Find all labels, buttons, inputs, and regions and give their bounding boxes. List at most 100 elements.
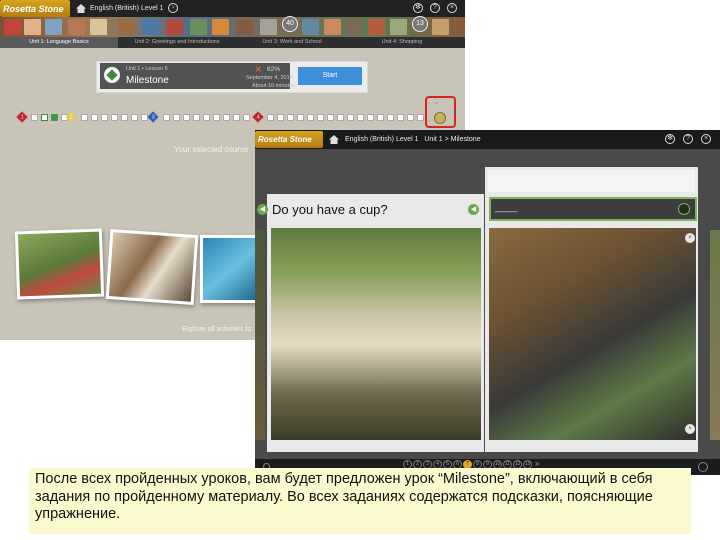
lesson-square[interactable] [91,114,98,121]
lesson-square[interactable] [357,114,364,121]
lesson-thumbnail[interactable] [190,19,207,35]
lesson-thumbnail[interactable] [368,19,385,35]
lesson-square[interactable] [213,114,220,121]
prev-arrow-icon[interactable]: ◀ [257,204,268,215]
lesson-thumbnail[interactable] [212,19,229,35]
help-icon[interactable]: ? [430,3,440,13]
lesson-thumbnail[interactable] [236,19,253,35]
lesson-square[interactable] [203,114,210,121]
lesson-square[interactable] [367,114,374,121]
lesson-progress-row: 1 2 3 4 [15,111,455,124]
next-card-edge [710,230,720,440]
unit-badge[interactable]: 13 [412,16,428,32]
lesson-thumbnail[interactable] [4,19,21,35]
lesson-photo-girl[interactable] [14,228,105,300]
audio-arrow-icon[interactable]: ◀ [468,204,479,215]
unit-badge[interactable]: 40 [282,16,298,32]
lesson-square[interactable] [317,114,324,121]
lesson-square[interactable] [397,114,404,121]
unit-marker-1[interactable]: 1 [16,111,28,123]
lesson-square[interactable] [131,114,138,121]
lesson-thumbnail[interactable] [432,19,449,35]
lesson-thumbnail[interactable] [68,19,85,35]
lesson-square[interactable] [111,114,118,121]
lesson-square-current[interactable] [51,114,58,121]
lesson-thumbnail[interactable] [390,19,407,35]
help-icon[interactable]: ? [683,134,693,144]
dismiss-icon[interactable]: × [685,233,695,243]
caption-text: После всех пройденных уроков, вам будет … [29,468,691,534]
lesson-square[interactable] [297,114,304,121]
breadcrumb: English (British) Level 1 Unit 1 > Miles… [345,136,481,143]
lesson-square[interactable] [327,114,334,121]
rosetta-stone-logo[interactable]: Rosetta Stone [255,131,323,148]
lesson-thumbnail[interactable] [118,19,135,35]
lesson-square[interactable] [163,114,170,121]
lesson-thumbnail[interactable] [302,19,319,35]
answer-input[interactable] [489,197,697,221]
tab-unit-1[interactable]: Unit 1: Language Basics [0,37,118,48]
campers-photo[interactable] [271,228,481,440]
lesson-square[interactable] [243,114,250,121]
home-icon[interactable] [76,4,86,13]
prompt-text: Do you have a cup? [272,202,388,217]
lesson-thumbnail[interactable] [90,19,107,35]
score-x-icon: ✕ [255,65,262,74]
tab-unit-2[interactable]: Unit 2: Greetings and Introductions [118,37,236,48]
course-switch-icon[interactable]: › [168,3,178,13]
selected-course-text: Your selected course [174,145,249,154]
lesson-square[interactable] [337,114,344,121]
home-icon[interactable] [329,135,339,144]
lesson-square[interactable] [121,114,128,121]
lesson-square[interactable] [101,114,108,121]
close-icon[interactable]: × [701,134,711,144]
lesson-duration: About 10 minutes [252,83,295,89]
settings-icon[interactable]: ✻ [413,3,423,13]
lesson-square[interactable] [267,114,274,121]
unit-marker-3[interactable]: 3 [147,111,159,123]
dismiss-icon[interactable]: × [685,424,695,434]
lesson-square[interactable] [407,114,414,121]
microphone-icon[interactable] [678,203,690,215]
lesson-square[interactable] [81,114,88,121]
lesson-square[interactable] [307,114,314,121]
lesson-thumbnail[interactable] [142,19,159,35]
milestone-highlight-box [425,96,456,128]
lesson-square[interactable] [277,114,284,121]
answer-placeholder: ____ [495,202,518,213]
lesson-square[interactable] [417,114,424,121]
tab-unit-4[interactable]: Unit 4: Shopping [348,37,456,48]
lesson-thumbnail[interactable] [45,19,62,35]
unit-marker-4[interactable]: 4 [252,111,264,123]
lesson-square[interactable] [347,114,354,121]
lesson-thumbnail[interactable] [260,19,277,35]
rosetta-stone-logo[interactable]: Rosetta Stone [0,0,70,17]
lesson-thumbnail[interactable] [346,19,363,35]
lesson-thumbnail[interactable] [24,19,41,35]
lesson-square-done[interactable] [41,114,48,121]
lesson-square[interactable] [173,114,180,121]
lesson-square[interactable] [223,114,230,121]
lesson-thumbnail[interactable] [324,19,341,35]
activity-window: Rosetta Stone English (British) Level 1 … [255,130,720,475]
settings-icon[interactable]: ✻ [665,134,675,144]
close-icon[interactable]: × [447,3,457,13]
tab-unit-3[interactable]: Unit 3: Work and School [236,37,348,48]
breadcrumb: English (British) Level 1 [90,5,164,12]
top-bar [255,130,720,149]
lesson-square[interactable] [31,114,38,121]
lesson-photo-group[interactable] [105,229,199,305]
green-cup-photo[interactable] [489,228,696,440]
edit-icon[interactable] [698,462,708,472]
explore-activities-text: Explore all activities fo [182,326,252,333]
lesson-square[interactable] [233,114,240,121]
lesson-square[interactable] [377,114,384,121]
lesson-square[interactable] [387,114,394,121]
lesson-square[interactable] [193,114,200,121]
lesson-square[interactable] [287,114,294,121]
lesson-square[interactable] [183,114,190,121]
lesson-title: Milestone [126,75,169,86]
start-button[interactable]: Start [298,67,362,85]
next-double-arrow-icon[interactable]: » [535,459,539,468]
lesson-thumbnail[interactable] [166,19,183,35]
